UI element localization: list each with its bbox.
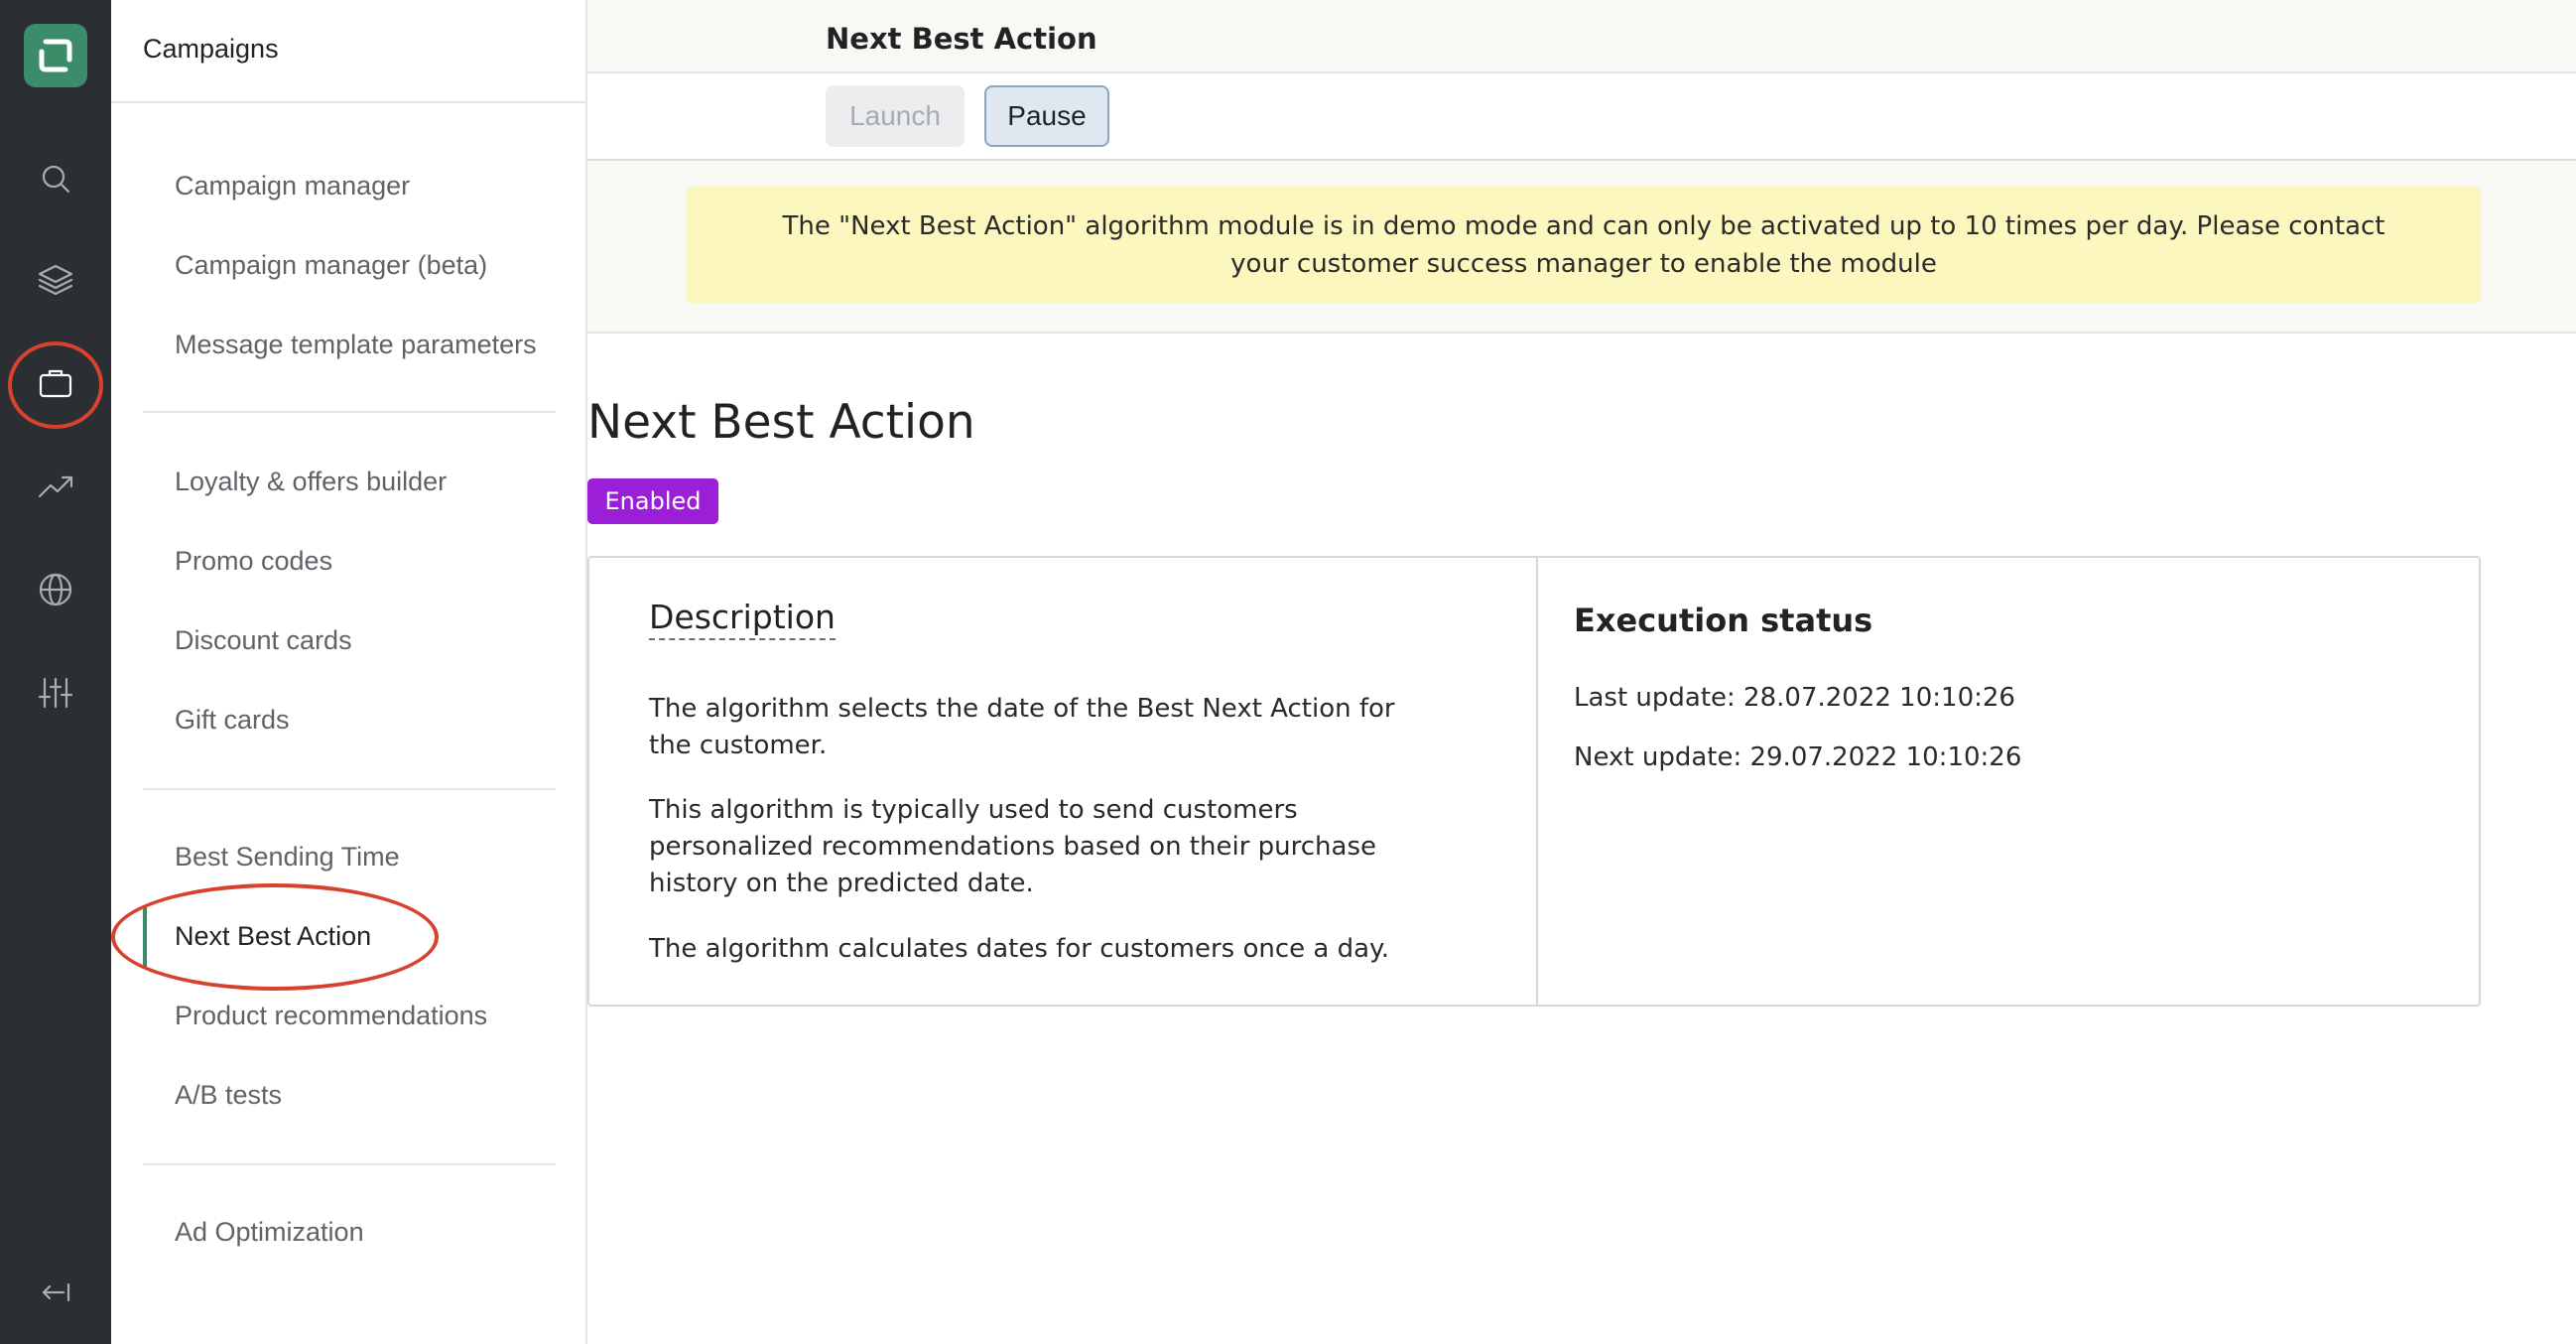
globe-icon[interactable]: [16, 550, 95, 629]
search-icon[interactable]: [16, 139, 95, 218]
action-toolbar: Launch Pause: [587, 73, 2576, 161]
page-title: Next Best Action: [587, 395, 975, 450]
trending-icon[interactable]: [16, 447, 95, 526]
divider: [143, 1163, 556, 1165]
last-update-text: Last update: 28.07.2022 10:10:26: [1574, 683, 2015, 713]
divider: [111, 101, 585, 103]
divider: [1536, 558, 1538, 1005]
notice-area: The "Next Best Action" algorithm module …: [587, 161, 2576, 334]
collapse-sidebar-icon[interactable]: [16, 1253, 95, 1332]
sidebar-item-ab-tests[interactable]: A/B tests: [175, 1080, 282, 1111]
sidebar-item-next-best-action[interactable]: Next Best Action: [175, 921, 371, 952]
sliders-icon[interactable]: [16, 653, 95, 733]
sidebar-item-promo-codes[interactable]: Promo codes: [175, 546, 332, 577]
sidebar-item-campaign-manager[interactable]: Campaign manager: [175, 171, 410, 202]
sidebar-item-discount-cards[interactable]: Discount cards: [175, 625, 352, 656]
active-indicator: [143, 905, 147, 969]
sidebar-item-best-sending-time[interactable]: Best Sending Time: [175, 842, 400, 873]
info-card: Description The algorithm selects the da…: [587, 556, 2481, 1007]
campaigns-sidebar: Campaigns Campaign manager Campaign mana…: [111, 0, 587, 1344]
execution-status-title: Execution status: [1574, 602, 1873, 639]
sidebar-item-loyalty-offers-builder[interactable]: Loyalty & offers builder: [175, 467, 447, 497]
sidebar-item-gift-cards[interactable]: Gift cards: [175, 705, 290, 736]
divider: [143, 788, 556, 790]
status-badge: Enabled: [587, 478, 718, 524]
sidebar-item-campaign-manager-beta[interactable]: Campaign manager (beta): [175, 250, 487, 281]
description-title[interactable]: Description: [649, 598, 836, 640]
pause-button[interactable]: Pause: [984, 85, 1109, 147]
description-paragraph: The algorithm calculates dates for custo…: [649, 934, 1389, 964]
app-logo-icon[interactable]: [24, 24, 87, 87]
icon-rail: [0, 0, 111, 1344]
main-content: Next Best Action Launch Pause The "Next …: [587, 0, 2576, 1344]
briefcase-icon[interactable]: [16, 343, 95, 423]
layers-icon[interactable]: [16, 240, 95, 320]
sidebar-item-message-template-parameters[interactable]: Message template parameters: [175, 330, 537, 360]
sidebar-item-product-recommendations[interactable]: Product recommendations: [175, 1001, 487, 1031]
launch-button[interactable]: Launch: [826, 85, 965, 147]
description-paragraph: The algorithm selects the date of the Be…: [649, 694, 1395, 760]
header-title: Next Best Action: [826, 22, 1097, 56]
header-bar: Next Best Action: [587, 0, 2576, 73]
demo-mode-banner: The "Next Best Action" algorithm module …: [687, 187, 2481, 304]
sidebar-item-ad-optimization[interactable]: Ad Optimization: [175, 1217, 364, 1248]
next-update-text: Next update: 29.07.2022 10:10:26: [1574, 742, 2022, 772]
divider: [143, 411, 556, 413]
sidebar-title: Campaigns: [143, 34, 279, 64]
description-paragraph: This algorithm is typically used to send…: [649, 795, 1377, 898]
